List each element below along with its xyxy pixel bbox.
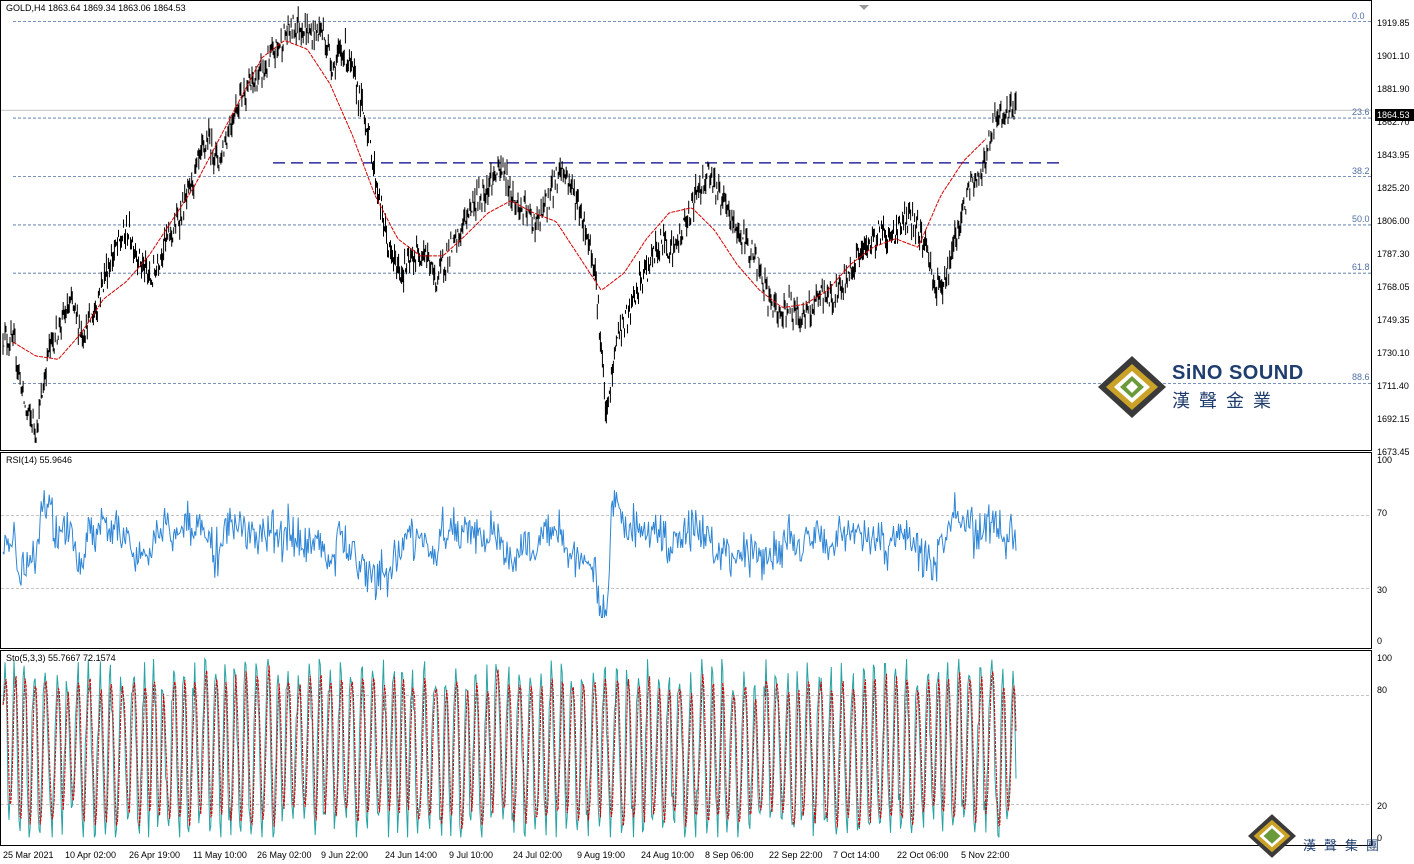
sto-pane[interactable]: Sto(5,3,3) 55.7667 72.1574 <box>0 650 1372 846</box>
price-tick: 1881.90 <box>1377 84 1410 94</box>
price-tick: 1825.20 <box>1377 183 1410 193</box>
price-tick: 1711.40 <box>1377 381 1409 391</box>
time-tick: 22 Oct 06:00 <box>897 850 949 860</box>
rsi-pane[interactable]: RSI(14) 55.9646 <box>0 452 1372 649</box>
corner-logo-icon <box>1248 814 1296 858</box>
sto-tick: 20 <box>1377 801 1388 811</box>
logo-brand-en: SiNO SOUND <box>1172 362 1304 384</box>
time-tick: 24 Aug 10:00 <box>641 850 695 860</box>
price-tick: 1919.85 <box>1377 18 1410 28</box>
rsi-line <box>2 490 1017 618</box>
price-header: GOLD,H4 1863.64 1869.34 1863.06 1864.53 <box>6 3 186 13</box>
rsi-tick: 100 <box>1377 455 1393 465</box>
fib-label: 88.6 <box>1352 372 1370 383</box>
fib-label: 50.0 <box>1352 213 1370 224</box>
price-tick: 1901.10 <box>1377 51 1410 61</box>
rsi-chart <box>1 490 1371 618</box>
fib-label: 0.0 <box>1352 10 1365 21</box>
sto-chart <box>1 657 1371 838</box>
price-tick: 1843.95 <box>1377 150 1410 160</box>
moving-average-line <box>12 40 987 360</box>
time-tick: 26 Apr 19:00 <box>129 850 181 860</box>
current-price-tag: 1864.53 <box>1375 109 1414 121</box>
price-pane[interactable]: GOLD,H4 1863.64 1869.34 1863.06 1864.53 <box>0 0 1372 451</box>
price-tick: 1806.00 <box>1377 216 1410 226</box>
price-tick: 1749.35 <box>1377 315 1410 325</box>
price-tick: 1730.10 <box>1377 348 1410 358</box>
sinosound-logo-icon <box>1098 356 1166 418</box>
rsi-header: RSI(14) 55.9646 <box>6 455 73 465</box>
time-tick: 8 Sep 06:00 <box>705 850 754 860</box>
sto-tick: 80 <box>1377 685 1388 695</box>
time-tick: 24 Jul 02:00 <box>513 850 563 860</box>
rsi-tick: 0 <box>1377 636 1383 646</box>
time-tick: 9 Aug 19:00 <box>577 850 626 860</box>
corner-brand-cn: 漢聲集團 <box>1303 838 1388 853</box>
fib-label: 61.8 <box>1352 262 1370 273</box>
price-tick: 1692.15 <box>1377 414 1410 424</box>
price-tick: 1768.05 <box>1377 282 1410 292</box>
sto-tick: 100 <box>1377 653 1393 663</box>
fib-label: 38.2 <box>1352 165 1370 176</box>
time-tick: 9 Jul 10:00 <box>449 850 494 860</box>
time-tick: 7 Oct 14:00 <box>833 850 880 860</box>
rsi-tick: 30 <box>1377 585 1388 595</box>
sto-header: Sto(5,3,3) 55.7667 72.1574 <box>6 653 116 663</box>
fib-label: 23.6 <box>1352 107 1370 118</box>
time-tick: 26 May 02:00 <box>257 850 312 860</box>
time-tick: 10 Apr 02:00 <box>65 850 117 860</box>
time-tick: 11 May 10:00 <box>193 850 247 860</box>
time-tick: 22 Sep 22:00 <box>769 850 823 860</box>
rsi-tick: 70 <box>1377 508 1388 518</box>
time-tick: 9 Jun 22:00 <box>321 850 369 860</box>
scroll-marker-icon <box>859 5 869 10</box>
time-tick: 5 Nov 22:00 <box>961 850 1010 860</box>
time-tick: 24 Jun 14:00 <box>385 850 438 860</box>
logo-brand-cn: 漢聲金業 <box>1172 391 1280 411</box>
time-tick: 25 Mar 2021 <box>3 850 54 860</box>
price-tick: 1787.30 <box>1377 249 1410 259</box>
price-chart <box>1 5 1371 443</box>
